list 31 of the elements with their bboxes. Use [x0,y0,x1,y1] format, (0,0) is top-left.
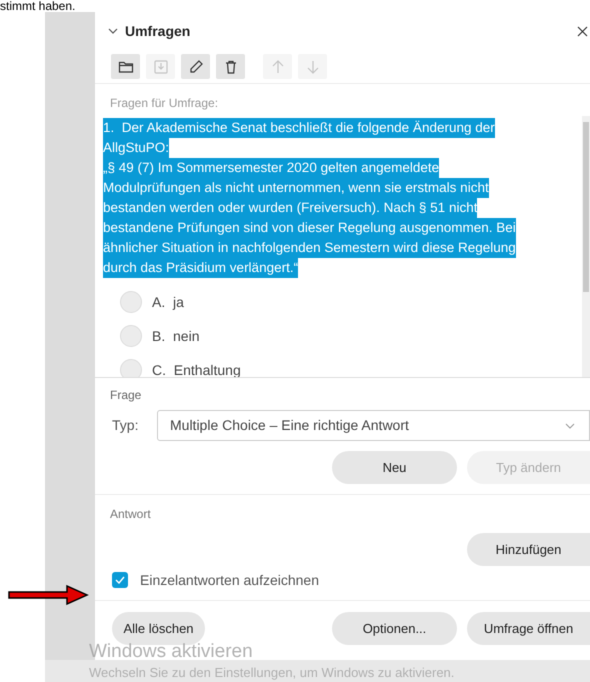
footer-button[interactable]: Alle löschen [112,612,205,645]
radio-button[interactable] [120,291,142,313]
delete-button[interactable] [216,54,245,79]
pencil-icon [188,58,204,74]
footer-button[interactable]: Umfrage öffnen [467,612,590,645]
section-heading: Antwort [110,506,151,523]
check-icon [115,576,125,584]
edit-button[interactable] [181,54,210,79]
document-text: stimmt haben. [0,0,76,12]
scrollbar[interactable] [582,116,590,377]
radio-button[interactable] [120,359,142,377]
footer-button[interactable]: Optionen... [332,612,457,645]
chevron-down-icon [565,422,575,428]
type-label: Typ: [112,416,140,435]
checkbox[interactable] [112,572,128,588]
arrow-down-icon [304,58,320,74]
close-icon[interactable] [577,26,588,36]
type-dropdown[interactable]: Multiple Choice – Eine richtige Antwort [157,410,590,441]
section-heading: Frage [110,387,142,404]
checkbox-label: Einzelantworten aufzeichnen [140,570,320,590]
action-button[interactable]: Neu [332,451,457,484]
option-label: A. ja [152,292,184,312]
radio-button[interactable] [120,325,142,347]
questions-label: Fragen für Umfrage: [110,95,218,112]
activation-text: Wechseln Sie zu den Einstellungen, um Windows zu aktivieren. [89,664,454,682]
folder-button[interactable] [111,54,140,79]
add-button[interactable]: Hinzufügen [467,533,590,566]
expand-toggle[interactable]: Umfragen [107,20,190,42]
download-icon [152,58,168,74]
arrow-icon [9,586,89,604]
option-label: B. nein [152,326,200,346]
